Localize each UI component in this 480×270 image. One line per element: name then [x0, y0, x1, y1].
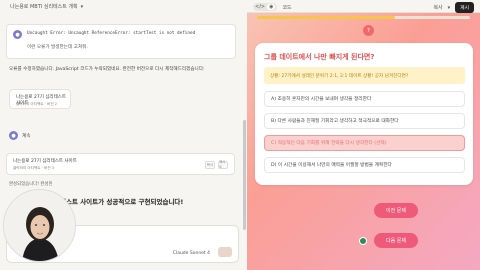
prev-question-button[interactable]: 이전 문제: [374, 203, 418, 218]
option-a[interactable]: A) 조용히 혼자만의 시간을 보내며 생각을 정리한다: [264, 91, 465, 107]
assistant-bold-line: 테스트 사이트가 성공적으로 구현되었습니다!: [60, 198, 184, 206]
scrollbar[interactable]: [243, 120, 246, 230]
next-question-button[interactable]: 다음 문제: [374, 233, 418, 248]
chat-title[interactable]: 나는용로 MBTI 심리테스트 개획: [10, 3, 78, 10]
chevron-down-icon[interactable]: ▾: [81, 4, 84, 10]
user-avatar-icon: ●: [9, 131, 18, 140]
user-message-continue: 계속: [22, 134, 31, 139]
artifact-subtitle: 클릭하여 아티팩트 · 버전 3: [13, 166, 55, 170]
question-title: 그룹 데이트에서 나만 빠지게 된다면?: [264, 53, 375, 61]
artifact-title: 나는용로 27기 심리테스트 사이트: [13, 159, 77, 164]
preview-view-icon[interactable]: ◉: [267, 4, 276, 10]
code-label[interactable]: 코드: [282, 4, 291, 11]
artifact-toolbar: </> ◉ 코드 복사 ▾ 게시: [247, 0, 480, 13]
artifact-subtitle: 클릭하여 아티팩트 · 버전 2: [16, 102, 58, 106]
error-code-text: Uncaught Error: Uncaught ReferenceError:…: [27, 31, 196, 36]
view-toggle[interactable]: </> ◉: [253, 3, 278, 11]
scenario-box: 상황: 27기에서 설레인 분위기 2:1, 2:1 데이트 상황! 공자 남겨…: [264, 67, 465, 84]
option-b[interactable]: B) 다른 사람들과 친해질 기회라고 생각하고 적극적으로 대화한다: [264, 113, 465, 129]
model-selector[interactable]: Claude Sonnet 4: [173, 251, 210, 256]
step-indicator: ?: [363, 25, 374, 36]
chat-pane: 나는용로 MBTI 심리테스트 개획 ▾ ● Uncaught Error: U…: [0, 0, 247, 270]
assistant-paragraph: 오류를 수정하였습니다. JavaScript 코드가 누락되었네요. 완전한 …: [9, 67, 205, 72]
webcam-avatar: [3, 189, 76, 262]
retry-button[interactable]: 재시도: [218, 160, 228, 169]
publish-button[interactable]: 게시: [455, 2, 474, 13]
assistant-summary-line: 완성되었습니다! 완성된: [9, 182, 53, 187]
code-view-icon[interactable]: </>: [255, 4, 265, 10]
artifact-pane: </> ◉ 코드 복사 ▾ 게시 ? 그룹 데이트에서 나만 빠지게 된다면? …: [247, 0, 480, 270]
more-icon[interactable]: ▾: [448, 5, 451, 11]
copy-button[interactable]: 복사: [205, 161, 215, 169]
quiz-progress-bar: [257, 16, 470, 19]
artifact-card-v2[interactable]: 나는용로 27기 심리테스트 사이트 클릭하여 아티팩트 · 버전 2: [9, 89, 71, 109]
option-c[interactable]: C) 적응적인 다음 기회를 위해 전략을 다시 생각한다 (선택): [264, 135, 465, 151]
user-message-error: ● Uncaught Error: Uncaught ReferenceErro…: [6, 24, 236, 59]
question-card: 그룹 데이트에서 나만 빠지게 된다면? 상황: 27기에서 설레인 분위기 2…: [255, 43, 473, 185]
error-message-text: 이런 오류가 발생한는데 고쳐줘.: [27, 45, 88, 50]
quiz-progress-fill: [257, 16, 396, 19]
option-d[interactable]: D) 이 시간을 이용해서 나만의 매력을 어필할 방법을 계획한다: [264, 157, 465, 173]
artifact-card-v3[interactable]: 나는용로 27기 심리테스트 사이트 클릭하여 아티팩트 · 버전 3 복사 재…: [6, 153, 235, 175]
user-avatar-icon: ●: [13, 30, 22, 39]
copy-label[interactable]: 복사: [433, 4, 442, 11]
mouse-cursor-icon: [359, 237, 367, 245]
chat-header[interactable]: 나는용로 MBTI 심리테스트 개획 ▾: [0, 0, 247, 13]
send-button[interactable]: [218, 247, 232, 257]
